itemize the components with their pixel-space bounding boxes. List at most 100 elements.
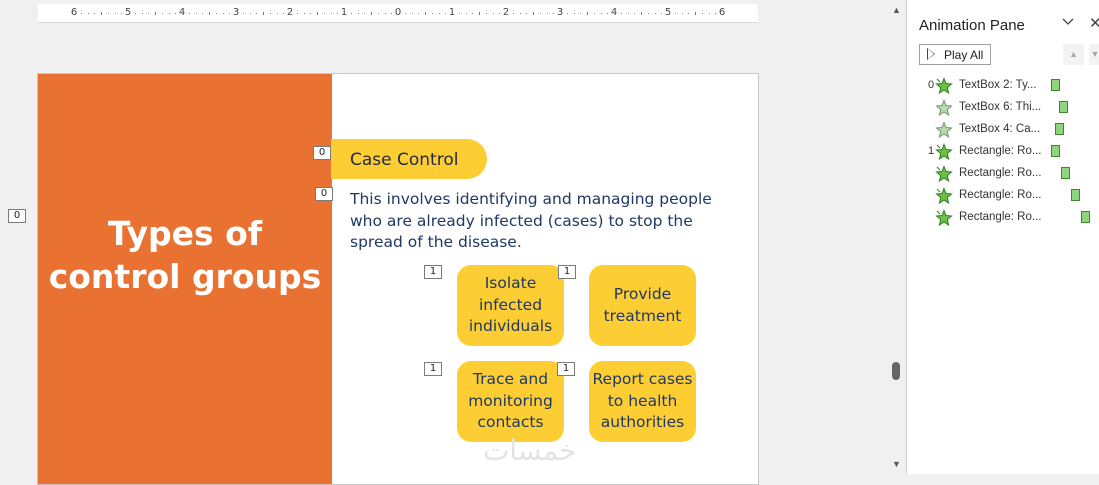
ruler-tick bbox=[371, 12, 372, 15]
card-treatment[interactable]: Provide treatment bbox=[589, 265, 696, 346]
ruler-tick bbox=[681, 13, 683, 14]
animation-item-label: Rectangle: Ro... bbox=[959, 167, 1042, 179]
ruler-tick bbox=[87, 13, 89, 14]
entrance-star-icon bbox=[935, 209, 953, 227]
animation-timing-bar[interactable] bbox=[1055, 123, 1064, 135]
vertical-scrollbar[interactable]: ▲ ▼ bbox=[888, 0, 905, 474]
case-control-pill[interactable]: Case Control bbox=[331, 139, 487, 179]
scroll-thumb[interactable] bbox=[892, 362, 900, 380]
watermark-logo: خمسات bbox=[483, 434, 577, 467]
ruler-number: 1 bbox=[448, 7, 456, 18]
animation-item-label: Rectangle: Ro... bbox=[959, 189, 1042, 201]
ruler-tick bbox=[695, 12, 696, 15]
card-trace[interactable]: Trace and monitoring contacts bbox=[457, 361, 564, 442]
ruler-tick bbox=[256, 13, 258, 14]
card-report[interactable]: Report cases to health authorities bbox=[589, 361, 696, 442]
slide-title[interactable]: Types of control groups bbox=[38, 212, 332, 298]
ruler-tick bbox=[479, 12, 480, 15]
ruler-tick bbox=[627, 13, 629, 14]
ruler-tick bbox=[425, 12, 426, 15]
ruler-tick bbox=[229, 13, 231, 14]
animation-timing-bar[interactable] bbox=[1071, 189, 1080, 201]
ruler-tick bbox=[546, 13, 548, 14]
slide-animation-marker[interactable]: 0 bbox=[8, 209, 26, 223]
animation-timing-bar[interactable] bbox=[1081, 211, 1090, 223]
entrance-star-icon bbox=[935, 165, 953, 183]
ruler-tick bbox=[708, 13, 710, 14]
ruler-tick bbox=[465, 13, 467, 14]
card3-animation-tag[interactable]: 1 bbox=[424, 362, 442, 376]
ruler-tick bbox=[155, 12, 156, 15]
ruler-tick bbox=[337, 13, 339, 14]
animation-item[interactable]: 1 Rectangle: Ro... bbox=[915, 142, 1099, 162]
ruler-number: 2 bbox=[502, 7, 510, 18]
card1-animation-tag[interactable]: 1 bbox=[424, 265, 442, 279]
ruler-tick bbox=[101, 12, 102, 15]
description-text[interactable]: This involves identifying and managing p… bbox=[350, 189, 730, 254]
ruler-tick bbox=[188, 13, 190, 14]
card2-animation-tag[interactable]: 1 bbox=[558, 265, 576, 279]
move-down-button[interactable]: ▼ bbox=[1089, 44, 1099, 65]
ruler-tick bbox=[377, 13, 379, 14]
animation-item-label: TextBox 2: Ty... bbox=[959, 79, 1037, 91]
ruler-tick bbox=[411, 13, 413, 14]
with-previous-star-icon bbox=[935, 99, 953, 117]
ruler-tick bbox=[202, 13, 204, 14]
animation-timing-bar[interactable] bbox=[1051, 79, 1060, 91]
ruler-tick bbox=[249, 13, 251, 14]
card4-animation-tag[interactable]: 1 bbox=[557, 362, 575, 376]
animation-timing-bar[interactable] bbox=[1051, 145, 1060, 157]
with-previous-star-icon bbox=[935, 121, 953, 139]
ruler-tick bbox=[94, 13, 96, 14]
ruler-tick bbox=[607, 13, 609, 14]
ruler-tick bbox=[80, 13, 82, 14]
animation-item[interactable]: TextBox 4: Ca... bbox=[915, 120, 1099, 140]
animation-item[interactable]: 0 TextBox 2: Ty... bbox=[915, 76, 1099, 96]
ruler-tick bbox=[539, 13, 541, 14]
animation-item-group: 0 bbox=[928, 79, 935, 91]
ruler-number: 3 bbox=[556, 7, 564, 18]
animation-item-label: Rectangle: Ro... bbox=[959, 211, 1042, 223]
ruler-tick bbox=[114, 13, 116, 14]
move-up-button[interactable]: ▲ bbox=[1063, 44, 1084, 65]
play-all-label: Play All bbox=[944, 48, 984, 62]
play-all-button[interactable]: Play All bbox=[919, 44, 991, 65]
ruler-tick bbox=[472, 13, 474, 14]
close-icon[interactable]: ✕ bbox=[1089, 14, 1099, 32]
scroll-down-icon[interactable]: ▼ bbox=[888, 459, 905, 469]
chevron-down-icon[interactable] bbox=[1061, 14, 1075, 31]
animation-timing-bar[interactable] bbox=[1061, 167, 1070, 179]
entrance-star-icon bbox=[935, 143, 953, 161]
ruler-tick bbox=[323, 13, 325, 14]
ruler-tick bbox=[715, 13, 717, 14]
pill-animation-tag[interactable]: 0 bbox=[313, 146, 331, 160]
animation-item[interactable]: Rectangle: Ro... bbox=[915, 208, 1099, 228]
ruler-tick bbox=[438, 13, 440, 14]
ruler-tick bbox=[364, 13, 366, 14]
ruler-tick bbox=[283, 13, 285, 14]
ruler-tick bbox=[195, 13, 197, 14]
ruler-tick bbox=[512, 13, 514, 14]
ruler-tick bbox=[121, 13, 123, 14]
entrance-star-icon bbox=[935, 187, 953, 205]
ruler-number: 6 bbox=[718, 7, 726, 18]
card-isolate[interactable]: Isolate infected individuals bbox=[457, 265, 564, 346]
ruler-tick bbox=[222, 13, 224, 14]
animation-item[interactable]: TextBox 6: Thi... bbox=[915, 98, 1099, 118]
desc-animation-tag[interactable]: 0 bbox=[315, 187, 333, 201]
scroll-up-icon[interactable]: ▲ bbox=[888, 5, 905, 15]
animation-item[interactable]: Rectangle: Ro... bbox=[915, 164, 1099, 184]
animation-item-group: 1 bbox=[928, 145, 935, 157]
ruler-tick bbox=[674, 13, 676, 14]
animation-item-label: TextBox 4: Ca... bbox=[959, 123, 1041, 135]
ruler-tick bbox=[384, 13, 386, 14]
animation-timing-bar[interactable] bbox=[1059, 101, 1068, 113]
ruler-tick bbox=[458, 13, 460, 14]
animation-item[interactable]: Rectangle: Ro... bbox=[915, 186, 1099, 206]
ruler-number: 1 bbox=[340, 7, 348, 18]
ruler-tick bbox=[209, 12, 210, 15]
slide-canvas[interactable]: Types of control groups Case Control 0 T… bbox=[37, 73, 759, 485]
ruler-tick bbox=[141, 13, 143, 14]
ruler-tick bbox=[580, 13, 582, 14]
ruler-tick bbox=[263, 12, 264, 15]
